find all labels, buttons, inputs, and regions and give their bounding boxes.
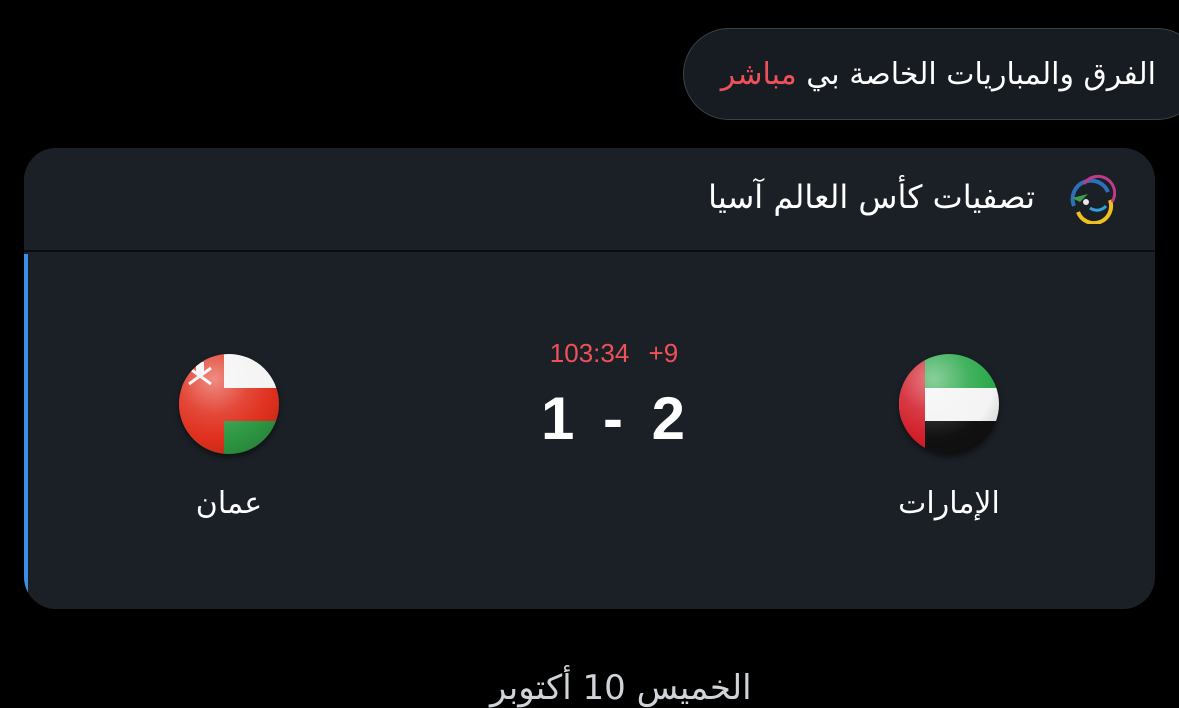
home-team[interactable]: الإمارات <box>849 354 1049 544</box>
match-clock-elapsed: 103:34 <box>549 338 630 368</box>
competition-title: تصفيات كأس العالم آسيا <box>708 178 1035 216</box>
match-score: 1 - 2 <box>464 384 764 453</box>
live-indicator <box>24 254 28 609</box>
next-date-header: الخميس 10 أكتوبر <box>490 668 752 708</box>
match-clock: 103:34 +9 <box>464 338 764 369</box>
uae-flag-icon <box>899 354 999 454</box>
filter-chip-prefix: الفرق والمباريات الخاصة بي <box>806 56 1156 92</box>
away-score: 1 <box>540 385 577 452</box>
away-team[interactable]: عمان <box>129 354 329 544</box>
my-teams-live-filter-chip[interactable]: الفرق والمباريات الخاصة بي مباشر <box>683 28 1179 120</box>
home-score: 2 <box>651 385 688 452</box>
away-team-name: عمان <box>195 486 263 521</box>
score-separator: - <box>603 385 625 452</box>
match-clock-added-time: +9 <box>648 338 679 368</box>
match-card[interactable]: تصفيات كأس العالم آسيا الإمارات 103:34 +… <box>24 148 1155 609</box>
filter-chip-live-label: مباشر <box>720 56 797 92</box>
filter-chip-label: الفرق والمباريات الخاصة بي مباشر <box>721 57 1156 92</box>
match-row[interactable]: الإمارات 103:34 +9 1 - 2 عمان <box>24 254 1155 609</box>
competition-header[interactable]: تصفيات كأس العالم آسيا <box>24 148 1155 252</box>
home-team-name: الإمارات <box>898 486 1000 521</box>
oman-flag-icon <box>179 354 279 454</box>
match-status-block: 103:34 +9 1 - 2 <box>464 334 764 484</box>
afc-competition-icon <box>1070 174 1116 224</box>
